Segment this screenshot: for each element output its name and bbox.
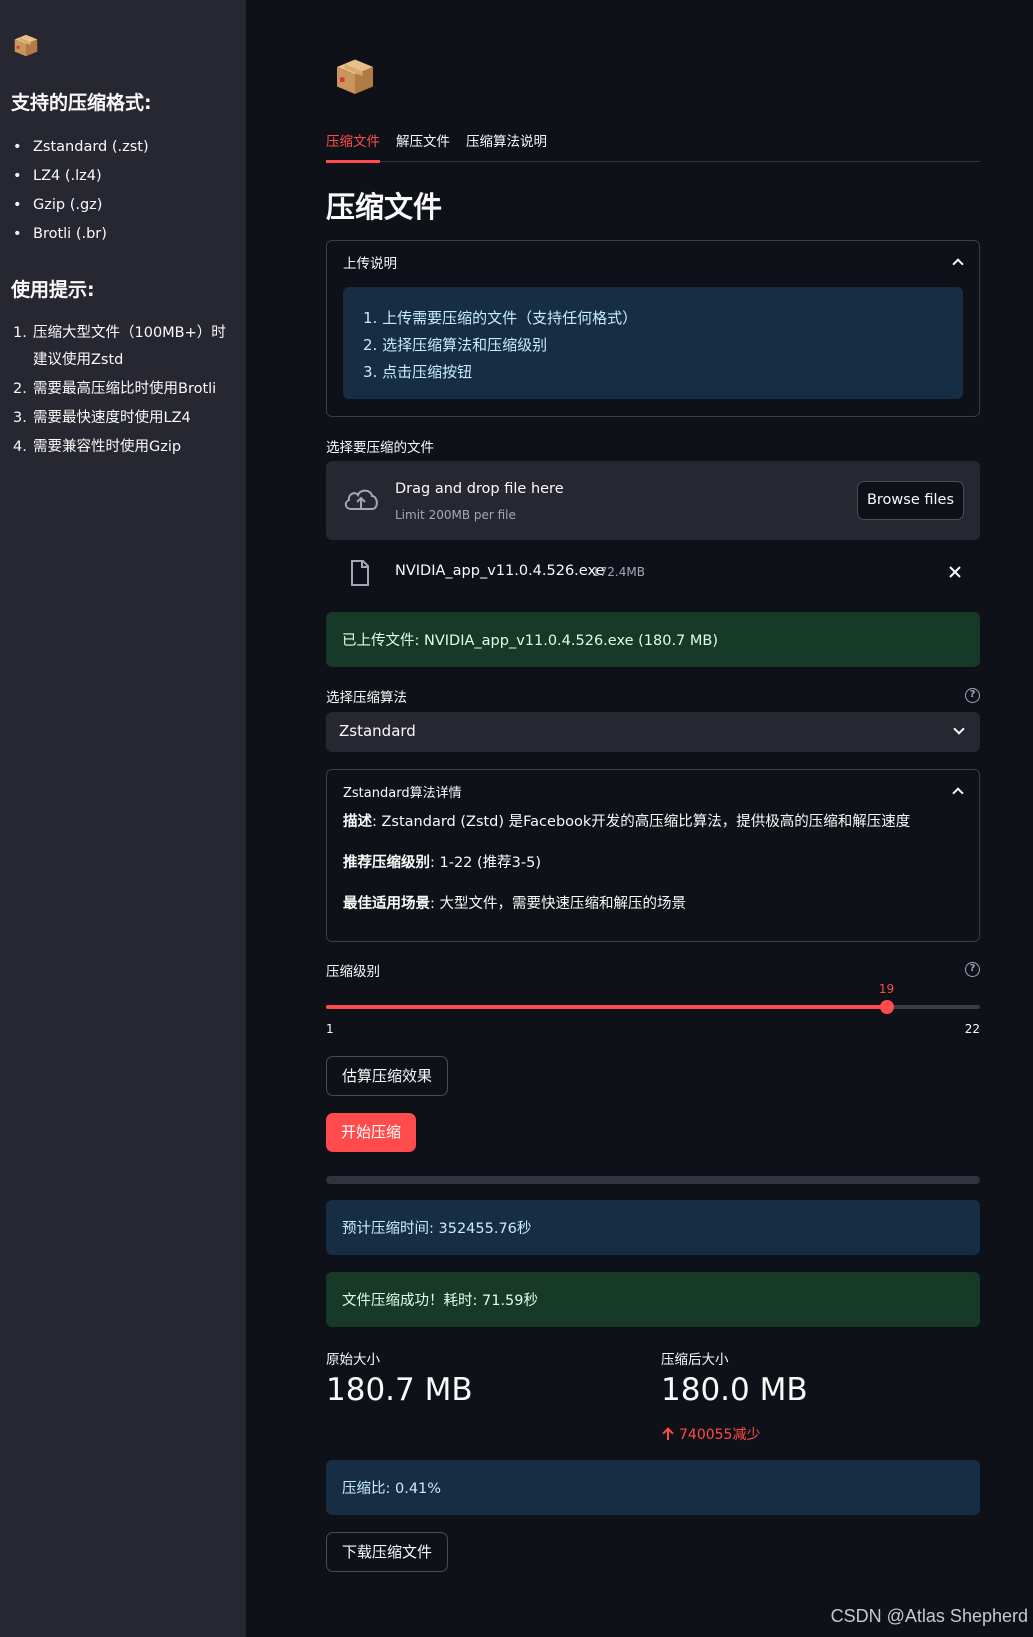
list-item: Brotli (.br) bbox=[11, 220, 246, 249]
drag-drop-text: Drag and drop file here bbox=[395, 481, 564, 497]
sidebar: 支持的压缩格式: Zstandard (.zst) LZ4 (.lz4) Gzi… bbox=[0, 0, 246, 1637]
original-size-value: 180.7 MB bbox=[326, 1372, 473, 1408]
detail-label: 最佳适用场景 bbox=[343, 896, 430, 912]
uploaded-file-name: NVIDIA_app_v11.0.4.526.exe bbox=[395, 563, 605, 579]
estimate-button[interactable]: 估算压缩效果 bbox=[326, 1056, 448, 1096]
compressed-size-value: 180.0 MB bbox=[661, 1372, 808, 1408]
compress-success-alert: 文件压缩成功！耗时: 71.59秒 bbox=[326, 1272, 980, 1327]
detail-scene: 最佳适用场景: 大型文件，需要快速压缩和解压的场景 bbox=[327, 894, 979, 935]
list-number: 2. bbox=[363, 336, 378, 354]
list-number: 3. bbox=[13, 410, 27, 426]
chevron-up-icon bbox=[951, 256, 963, 268]
uploaded-success-alert: 已上传文件: NVIDIA_app_v11.0.4.526.exe (180.7… bbox=[326, 612, 980, 667]
detail-label: 推荐压缩级别 bbox=[343, 855, 430, 871]
list-item: 1. 压缩大型文件（100MB+）时建议使用Zstd bbox=[11, 320, 240, 374]
list-text: 选择压缩算法和压缩级别 bbox=[382, 336, 548, 354]
tips-list: 1. 压缩大型文件（100MB+）时建议使用Zstd 2. 需要最高压缩比时使用Br… bbox=[11, 320, 246, 461]
original-size-label: 原始大小 bbox=[326, 1352, 380, 1368]
alert-text: 压缩比: 0.41% bbox=[342, 1481, 442, 1497]
list-text: 需要最快速度时使用LZ4 bbox=[33, 410, 191, 426]
detail-description: 描述: Zstandard (Zstd) 是Facebook开发的高压缩比算法，… bbox=[327, 812, 979, 853]
list-item: 3. 需要最快速度时使用LZ4 bbox=[11, 405, 240, 432]
package-icon bbox=[337, 59, 373, 94]
algorithm-select[interactable]: Zstandard bbox=[326, 712, 980, 752]
uploaded-file-row: NVIDIA_app_v11.0.4.526.exe 172.4MB bbox=[326, 555, 980, 591]
detail-level: 推荐压缩级别: 1-22 (推荐3-5) bbox=[327, 853, 979, 894]
uploader-label: 选择要压缩的文件 bbox=[326, 440, 434, 456]
level-slider-track[interactable] bbox=[326, 1000, 980, 1014]
estimate-info-alert: 预计压缩时间: 352455.76秒 bbox=[326, 1200, 980, 1255]
algorithm-details-expander: Zstandard算法详情 描述: Zstandard (Zstd) 是Face… bbox=[326, 769, 980, 942]
close-icon[interactable] bbox=[948, 565, 962, 579]
arrow-up-icon bbox=[663, 1428, 673, 1440]
list-item: 3. 点击压缩按钮 bbox=[363, 359, 943, 386]
list-text: 压缩大型文件（100MB+）时建议使用Zstd bbox=[33, 325, 226, 368]
tips-heading: 使用提示: bbox=[11, 279, 95, 301]
alert-text: 预计压缩时间: 352455.76秒 bbox=[342, 1221, 532, 1237]
file-uploader-dropzone[interactable]: Drag and drop file here Limit 200MB per … bbox=[326, 461, 980, 540]
expander-title: 上传说明 bbox=[343, 256, 397, 272]
alert-text: 文件压缩成功！耗时: 71.59秒 bbox=[342, 1293, 539, 1309]
list-number: 1. bbox=[363, 309, 378, 327]
download-button[interactable]: 下载压缩文件 bbox=[326, 1532, 448, 1572]
slider-value: 19 bbox=[878, 982, 895, 996]
level-slider-fill bbox=[326, 1005, 887, 1009]
list-text: 需要兼容性时使用Gzip bbox=[33, 439, 182, 455]
list-item: 4. 需要兼容性时使用Gzip bbox=[11, 434, 240, 461]
level-label: 压缩级别 bbox=[326, 964, 380, 980]
formats-heading: 支持的压缩格式: bbox=[11, 92, 152, 114]
delta-text: 740055减少 bbox=[679, 1427, 761, 1443]
help-icon[interactable]: ? bbox=[965, 962, 980, 977]
list-item: Gzip (.gz) bbox=[11, 191, 246, 220]
list-number: 2. bbox=[13, 381, 27, 397]
progress-bar bbox=[326, 1176, 980, 1184]
help-icon[interactable]: ? bbox=[965, 688, 980, 703]
tab-decompress[interactable]: 解压文件 bbox=[396, 128, 450, 162]
detail-text: : Zstandard (Zstd) 是Facebook开发的高压缩比算法，提供… bbox=[372, 814, 911, 830]
package-icon bbox=[14, 34, 38, 57]
compressed-size-label: 压缩后大小 bbox=[661, 1352, 729, 1368]
list-text: 点击压缩按钮 bbox=[382, 363, 473, 381]
cloud-upload-icon bbox=[344, 489, 378, 510]
tab-compress[interactable]: 压缩文件 bbox=[326, 128, 380, 163]
chevron-down-icon bbox=[952, 724, 964, 736]
algorithm-details-header[interactable]: Zstandard算法详情 bbox=[327, 770, 979, 812]
chevron-up-icon bbox=[951, 785, 963, 797]
list-item: 2. 选择压缩算法和压缩级别 bbox=[363, 332, 943, 359]
ratio-info-alert: 压缩比: 0.41% bbox=[326, 1460, 980, 1515]
detail-label: 描述 bbox=[343, 814, 372, 830]
list-item: Zstandard (.zst) bbox=[11, 133, 246, 162]
algorithm-label: 选择压缩算法 bbox=[326, 690, 407, 706]
list-item: 2. 需要最高压缩比时使用Brotli bbox=[11, 376, 240, 403]
detail-text: : 1-22 (推荐3-5) bbox=[430, 855, 542, 871]
list-item: LZ4 (.lz4) bbox=[11, 162, 246, 191]
expander-title: Zstandard算法详情 bbox=[343, 785, 462, 801]
select-value: Zstandard bbox=[339, 722, 416, 740]
uploaded-file-size: 172.4MB bbox=[592, 565, 645, 579]
list-number: 4. bbox=[13, 439, 27, 455]
upload-limit-text: Limit 200MB per file bbox=[395, 508, 516, 522]
list-number: 3. bbox=[363, 363, 378, 381]
list-number: 1. bbox=[13, 325, 27, 341]
tab-bar: 压缩文件 解压文件 压缩算法说明 bbox=[326, 128, 980, 163]
level-slider-handle[interactable] bbox=[879, 1000, 894, 1014]
list-text: 需要最高压缩比时使用Brotli bbox=[33, 381, 217, 397]
formats-list: Zstandard (.zst) LZ4 (.lz4) Gzip (.gz) B… bbox=[11, 133, 246, 249]
file-icon bbox=[351, 560, 369, 586]
detail-text: : 大型文件，需要快速压缩和解压的场景 bbox=[430, 896, 686, 912]
instructions-expander-header[interactable]: 上传说明 bbox=[327, 241, 979, 283]
browse-files-button[interactable]: Browse files bbox=[857, 481, 964, 520]
page-title: 压缩文件 bbox=[326, 190, 443, 224]
slider-min-label: 1 bbox=[326, 1022, 334, 1036]
slider-max-label: 22 bbox=[964, 1022, 980, 1036]
instructions-expander: 上传说明 1. 上传需要压缩的文件（支持任何格式） 2. 选择压缩算法和压缩级别… bbox=[326, 240, 980, 417]
start-compress-button[interactable]: 开始压缩 bbox=[326, 1113, 416, 1152]
size-delta: 740055减少 bbox=[663, 1424, 760, 1444]
list-text: 上传需要压缩的文件（支持任何格式） bbox=[382, 309, 638, 327]
tab-algorithm-info[interactable]: 压缩算法说明 bbox=[466, 128, 547, 162]
list-item: 1. 上传需要压缩的文件（支持任何格式） bbox=[363, 305, 943, 332]
watermark: CSDN @Atlas Shepherd bbox=[830, 1606, 1028, 1626]
alert-text: 已上传文件: NVIDIA_app_v11.0.4.526.exe (180.7… bbox=[342, 633, 719, 649]
instructions-info: 1. 上传需要压缩的文件（支持任何格式） 2. 选择压缩算法和压缩级别 3. 点… bbox=[343, 287, 963, 399]
